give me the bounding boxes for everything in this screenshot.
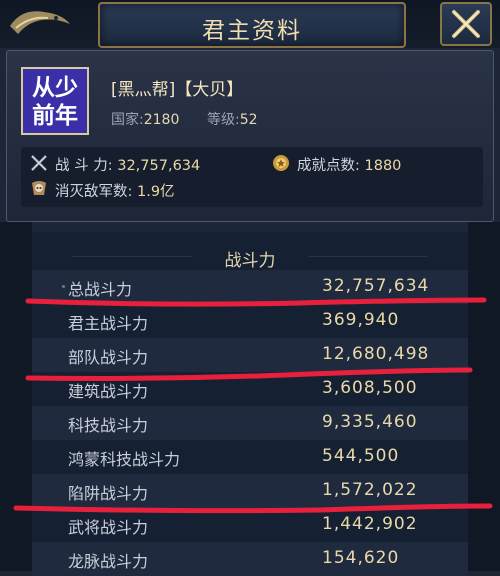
level-value: 52 — [239, 112, 258, 128]
panel-edge-right — [468, 222, 500, 571]
level-info: 等级:52 — [207, 109, 258, 129]
avatar[interactable]: 从少 前年 — [21, 67, 89, 135]
row-label: 科技战斗力 — [68, 416, 149, 435]
close-button[interactable] — [440, 2, 492, 46]
row-label: 陷阱战斗力 — [68, 484, 149, 503]
country-label: 国家: — [111, 112, 144, 128]
section-title: 战斗力 — [224, 251, 276, 271]
table-row-generals: 武将战斗力 1,442,902 — [32, 508, 468, 542]
table-row-hongmeng-tech: 鸿蒙科技战斗力 544,500 — [32, 440, 468, 474]
close-icon — [452, 10, 480, 38]
achievement-stat: 成就点数: 1880 — [297, 154, 401, 175]
level-label: 等级: — [207, 112, 240, 128]
row-bullet — [62, 285, 65, 288]
row-value: 544,500 — [322, 446, 400, 466]
player-name: [黑灬帮]【大贝】 — [111, 80, 244, 100]
kills-stat: 消灭敌军数: 1.9亿 — [55, 180, 175, 201]
page-title: 君主资料 — [202, 18, 302, 44]
row-value: 369,940 — [322, 310, 400, 330]
table-row-lord: 君主战斗力 369,940 — [32, 304, 468, 338]
table-row-traps: 陷阱战斗力 1,572,022 — [32, 474, 468, 508]
kills-value: 1.9亿 — [137, 184, 175, 200]
row-label: 总战斗力 — [68, 280, 133, 299]
divider-right — [308, 256, 428, 257]
table-row-tech: 科技战斗力 9,335,460 — [32, 406, 468, 440]
crossed-swords-icon — [31, 155, 47, 171]
avatar-line-2: 前年 — [32, 103, 78, 129]
avatar-line-1: 从少 — [32, 75, 78, 101]
stats-box: 战 斗 力: 32,757,634 成就点数: 1880 消灭敌军数: 1.9亿 — [21, 147, 483, 207]
row-label: 鸿蒙科技战斗力 — [68, 450, 181, 469]
achievement-value: 1880 — [364, 158, 402, 174]
row-label: 君主战斗力 — [68, 314, 149, 333]
dragon-back-icon — [10, 11, 70, 34]
row-value: 3,608,500 — [322, 378, 418, 398]
power-value: 32,757,634 — [117, 158, 201, 174]
skull-icon — [32, 181, 46, 195]
table-row-buildings: 建筑战斗力 3,608,500 — [32, 372, 468, 406]
back-button[interactable] — [4, 4, 74, 40]
table-row-troops: 部队战斗力 12,680,498 — [32, 338, 468, 372]
country-info: 国家:2180 — [111, 109, 179, 129]
row-value: 1,572,022 — [322, 480, 418, 500]
table-row-total: 总战斗力 32,757,634 — [32, 270, 468, 304]
kills-label: 消灭敌军数: — [55, 184, 133, 200]
power-stat: 战 斗 力: 32,757,634 — [55, 154, 200, 175]
power-label: 战 斗 力: — [55, 158, 113, 174]
combat-power-table: 战斗力 总战斗力 32,757,634 君主战斗力 369,940 部队战斗力 … — [32, 232, 468, 576]
row-value: 32,757,634 — [322, 276, 430, 296]
row-value: 1,442,902 — [322, 514, 418, 534]
country-value: 2180 — [143, 112, 180, 128]
row-value: 12,680,498 — [322, 344, 430, 364]
row-value: 154,620 — [322, 548, 400, 568]
profile-panel: 从少 前年 [黑灬帮]【大贝】 国家:2180 等级:52 战 斗 力: 32,… — [6, 50, 494, 222]
medal-icon — [273, 155, 289, 171]
panel-edge-left — [0, 222, 32, 571]
row-label: 部队战斗力 — [68, 348, 149, 367]
row-value: 9,335,460 — [322, 412, 418, 432]
title-plate: 君主资料 — [98, 2, 406, 48]
row-label: 建筑战斗力 — [68, 382, 149, 401]
row-label: 武将战斗力 — [68, 518, 149, 537]
achievement-label: 成就点数: — [297, 158, 360, 174]
row-label: 龙脉战斗力 — [68, 552, 149, 571]
title-bar: 君主资料 — [0, 0, 500, 48]
